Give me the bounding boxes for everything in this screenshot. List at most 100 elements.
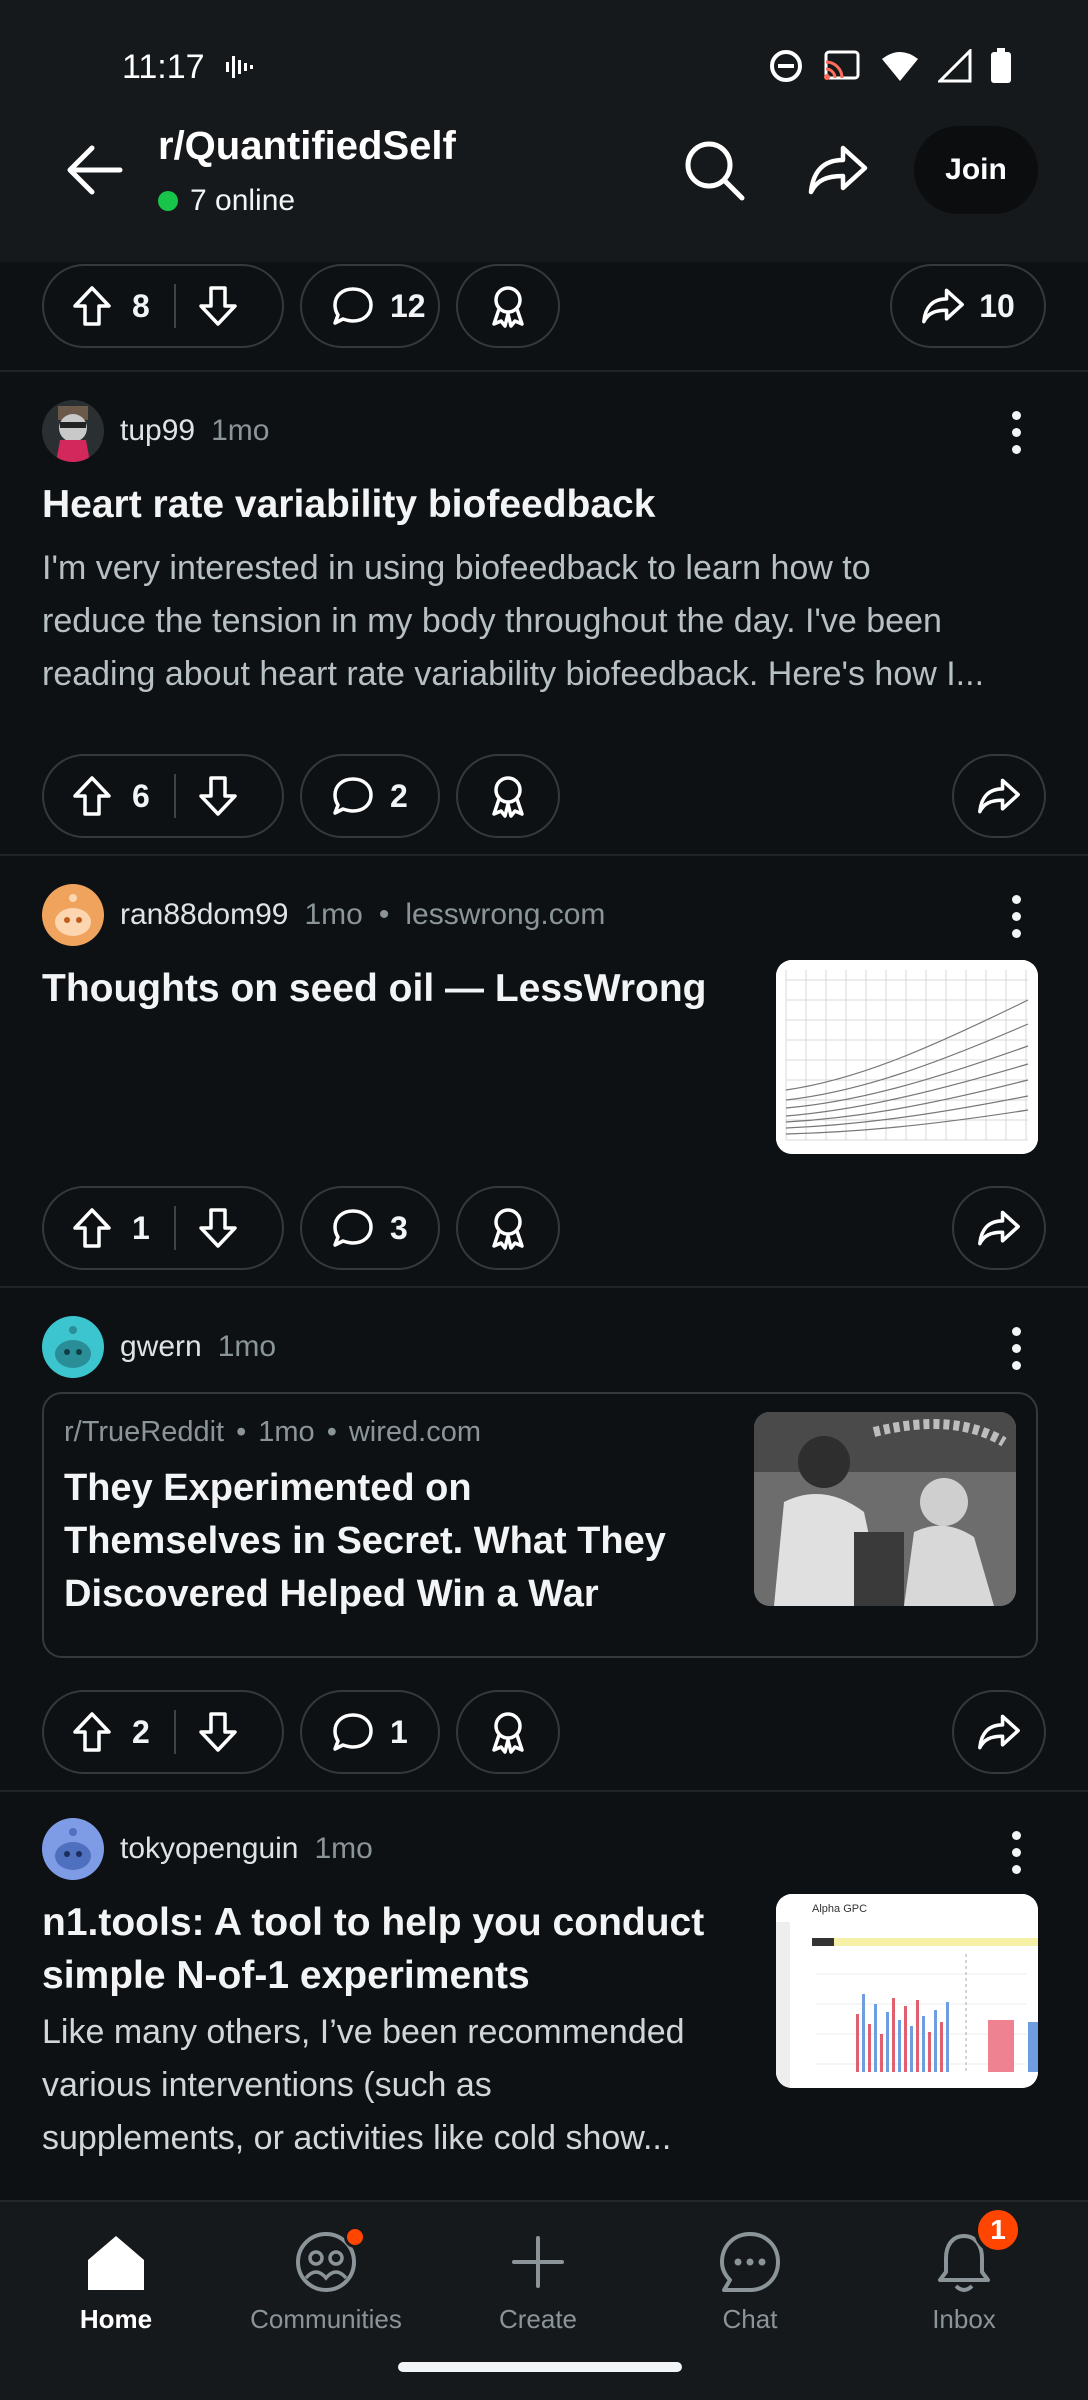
- join-button[interactable]: Join: [914, 126, 1038, 214]
- cast-icon: [824, 50, 860, 80]
- more-options-button[interactable]: [996, 402, 1036, 462]
- award-icon: [492, 776, 524, 818]
- crosspost-subreddit[interactable]: r/TrueReddit: [64, 1416, 224, 1449]
- more-options-button[interactable]: [996, 886, 1036, 946]
- share-icon: [978, 1714, 1020, 1750]
- notification-dot: [344, 2226, 366, 2248]
- post-card[interactable]: ran88dom99 1mo • lesswrong.com Thoughts …: [0, 856, 1088, 1286]
- top-bar: 11:17 r/QuantifiedSelf 7 online Join: [0, 0, 1088, 262]
- post-body-line: various interventions (such as: [42, 2066, 492, 2104]
- award-button[interactable]: [456, 1186, 560, 1270]
- comments-button[interactable]: 1: [300, 1690, 440, 1774]
- post-meta: tokyopenguin 1mo: [42, 1818, 373, 1880]
- comment-icon: [333, 1713, 373, 1751]
- more-dot: [1011, 1360, 1021, 1370]
- meta-separator: •: [378, 898, 390, 931]
- home-indicator[interactable]: [398, 2362, 682, 2372]
- chat-icon: [718, 2230, 782, 2294]
- subreddit-name[interactable]: r/QuantifiedSelf: [158, 124, 456, 169]
- post-card[interactable]: gwern 1mo r/TrueReddit • 1mo • wired.com…: [0, 1288, 1088, 1790]
- back-arrow-icon: [67, 145, 123, 195]
- award-button[interactable]: [456, 754, 560, 838]
- post-title[interactable]: Thoughts on seed oil — LessWrong: [42, 962, 706, 1015]
- comments-button[interactable]: 12: [300, 264, 440, 348]
- post-card[interactable]: tup99 1mo Heart rate variability biofeed…: [0, 372, 1088, 854]
- share-button[interactable]: [952, 754, 1046, 838]
- upvote-icon[interactable]: [72, 1207, 112, 1249]
- downvote-icon[interactable]: [198, 1711, 238, 1753]
- post-title[interactable]: n1.tools: A tool to help you conduct sim…: [42, 1896, 742, 2002]
- upvote-icon[interactable]: [72, 285, 112, 327]
- crosspost-title: They Experimented on Themselves in Secre…: [64, 1462, 666, 1621]
- vote-control: 1: [42, 1186, 284, 1270]
- vote-divider: [174, 1710, 176, 1754]
- post-body[interactable]: I'm very interested in using biofeedback…: [42, 542, 984, 701]
- nav-create[interactable]: Create: [448, 2230, 628, 2335]
- bar-chart-thumbnail-image: Alpha GPC: [776, 1894, 1038, 2088]
- post-author[interactable]: ran88dom99: [120, 898, 288, 932]
- plus-icon: [506, 2230, 570, 2294]
- vote-count: 1: [132, 1209, 150, 1246]
- crosspost-thumbnail[interactable]: [754, 1412, 1016, 1606]
- voice-activity-icon: [224, 52, 254, 87]
- avatar[interactable]: [42, 884, 104, 946]
- award-button[interactable]: [456, 1690, 560, 1774]
- more-options-button[interactable]: [996, 1318, 1036, 1378]
- vote-count: 8: [132, 287, 150, 324]
- nav-chat[interactable]: Chat: [660, 2230, 840, 2335]
- more-dot: [1011, 928, 1021, 938]
- signal-icon: [938, 49, 972, 83]
- post-age: 1mo: [314, 1832, 373, 1865]
- status-time: 11:17: [122, 48, 205, 86]
- post-body-line: I'm very interested in using biofeedback…: [42, 549, 871, 587]
- post-card[interactable]: tokyopenguin 1mo n1.tools: A tool to hel…: [0, 1792, 1088, 2212]
- upvote-icon[interactable]: [72, 1711, 112, 1753]
- post-author[interactable]: gwern: [120, 1330, 202, 1364]
- battery-icon: [991, 48, 1011, 83]
- nav-inbox[interactable]: 1 Inbox: [874, 2206, 1054, 2335]
- crosspost-card[interactable]: r/TrueReddit • 1mo • wired.com They Expe…: [42, 1392, 1038, 1658]
- post-author[interactable]: tokyopenguin: [120, 1832, 298, 1866]
- comment-icon: [333, 1209, 373, 1247]
- post-feed: 8 12 10 tup99 1mo Heart rate variability…: [0, 262, 1088, 2212]
- avatar[interactable]: [42, 1818, 104, 1880]
- comments-button[interactable]: 3: [300, 1186, 440, 1270]
- downvote-icon[interactable]: [198, 285, 238, 327]
- online-dot-icon: [158, 191, 178, 211]
- post-author[interactable]: tup99: [120, 414, 195, 448]
- nav-communities[interactable]: Communities: [236, 2226, 416, 2335]
- status-icons: [768, 48, 1012, 84]
- crosspost-age: 1mo: [258, 1416, 315, 1448]
- post-body[interactable]: Like many others, I’ve been recommended …: [42, 2006, 685, 2165]
- avatar-image: [56, 406, 90, 462]
- post-body-line: supplements, or activities like cold sho…: [42, 2119, 672, 2157]
- avatar[interactable]: [42, 400, 104, 462]
- share-button[interactable]: 10: [890, 264, 1046, 348]
- back-button[interactable]: [58, 134, 130, 206]
- vote-control: 8: [42, 264, 284, 348]
- more-options-button[interactable]: [996, 1822, 1036, 1882]
- share-button[interactable]: [952, 1186, 1046, 1270]
- award-button[interactable]: [456, 264, 560, 348]
- post-thumbnail[interactable]: Alpha GPC: [776, 1894, 1038, 2088]
- search-button[interactable]: [674, 130, 754, 210]
- share-button[interactable]: [952, 1690, 1046, 1774]
- comments-button[interactable]: 2: [300, 754, 440, 838]
- downvote-icon[interactable]: [198, 775, 238, 817]
- nav-home[interactable]: Home: [26, 2230, 206, 2335]
- post-thumbnail[interactable]: [776, 960, 1038, 1154]
- post-domain[interactable]: lesswrong.com: [405, 898, 605, 932]
- downvote-icon[interactable]: [198, 1207, 238, 1249]
- vote-divider: [174, 774, 176, 818]
- upvote-icon[interactable]: [72, 775, 112, 817]
- post-title[interactable]: Heart rate variability biofeedback: [42, 478, 655, 531]
- share-subreddit-button[interactable]: [798, 130, 878, 210]
- prev-post-actions: 8 12 10: [0, 262, 1088, 348]
- avatar[interactable]: [42, 1316, 104, 1378]
- nav-create-label: Create: [498, 2304, 578, 2334]
- more-dot: [1011, 911, 1021, 921]
- nav-communities-label: Communities: [250, 2304, 402, 2334]
- crosspost-domain[interactable]: wired.com: [349, 1416, 481, 1449]
- meta-separator: •: [236, 1416, 247, 1448]
- wifi-icon: [882, 52, 918, 81]
